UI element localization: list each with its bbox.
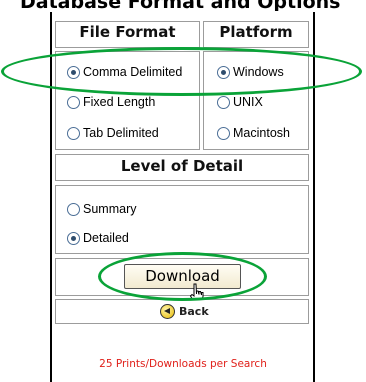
detail-option-label: Summary xyxy=(83,202,137,216)
platform-option-macintosh[interactable]: Macintosh xyxy=(217,126,290,140)
file-format-option-fixed[interactable]: Fixed Length xyxy=(67,95,155,109)
radio-unselected-icon[interactable] xyxy=(217,126,230,140)
downloads-limit-note: 25 Prints/Downloads per Search xyxy=(99,358,267,370)
platform-option-label: UNIX xyxy=(233,95,263,109)
page-heading-cropped: Database Format and Options xyxy=(20,0,341,11)
platform-option-windows[interactable]: Windows xyxy=(217,65,284,79)
detail-option-label: Detailed xyxy=(83,231,129,245)
file-format-heading: File Format xyxy=(79,23,176,41)
radio-selected-icon[interactable] xyxy=(67,65,80,79)
radio-unselected-icon[interactable] xyxy=(67,95,80,109)
radio-selected-icon[interactable] xyxy=(217,65,230,79)
file-format-option-tab[interactable]: Tab Delimited xyxy=(67,126,159,140)
platform-option-label: Macintosh xyxy=(233,126,290,140)
file-format-option-label: Fixed Length xyxy=(83,95,156,109)
back-arrow-icon[interactable] xyxy=(160,304,175,319)
radio-unselected-icon[interactable] xyxy=(67,202,80,216)
detail-option-detailed[interactable]: Detailed xyxy=(67,231,129,245)
frame-left-line xyxy=(50,12,52,382)
back-link-label[interactable]: Back xyxy=(179,305,209,318)
radio-unselected-icon[interactable] xyxy=(217,95,230,109)
back-link[interactable]: Back xyxy=(160,304,209,319)
platform-option-unix[interactable]: UNIX xyxy=(217,95,263,109)
frame-right-line xyxy=(313,12,315,382)
download-button[interactable]: Download xyxy=(124,264,241,289)
file-format-option-label: Comma Delimited xyxy=(83,65,183,79)
file-format-option-comma[interactable]: Comma Delimited xyxy=(67,65,182,79)
radio-unselected-icon[interactable] xyxy=(67,126,80,140)
platform-option-label: Windows xyxy=(233,65,284,79)
radio-selected-icon[interactable] xyxy=(67,231,80,245)
file-format-option-label: Tab Delimited xyxy=(83,126,159,140)
detail-option-summary[interactable]: Summary xyxy=(67,202,136,216)
level-of-detail-heading: Level of Detail xyxy=(120,157,244,175)
platform-heading: Platform xyxy=(219,23,293,41)
